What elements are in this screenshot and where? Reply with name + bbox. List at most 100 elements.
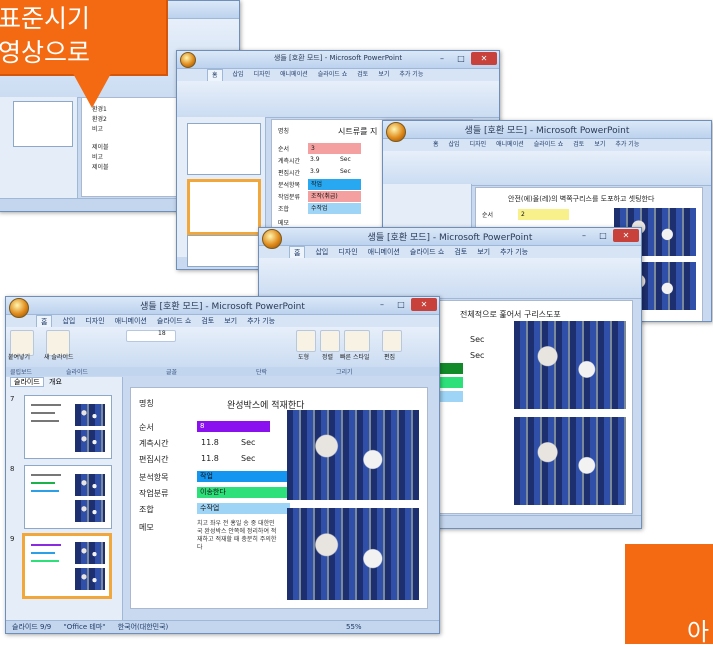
tab-slideshow[interactable]: 슬라이드 쇼 xyxy=(410,246,444,258)
minimize-button[interactable]: – xyxy=(373,298,391,311)
maximize-button[interactable]: □ xyxy=(452,52,470,65)
tab-home[interactable]: 홈 xyxy=(289,246,306,258)
tab-animation[interactable]: 애니메이션 xyxy=(115,315,147,327)
slide-thumbnail-selected[interactable] xyxy=(187,179,261,235)
shapes-button[interactable] xyxy=(296,330,316,352)
tab-insert[interactable]: 삽입 xyxy=(315,246,328,258)
panel-tabs: 슬라이드 개요 xyxy=(6,377,122,388)
slide-panel xyxy=(177,117,266,267)
new-slide-label: 새 슬라이드 xyxy=(44,354,74,361)
panel-tab-slides[interactable]: 슬라이드 xyxy=(10,377,44,387)
slide-thumbnail[interactable] xyxy=(13,101,73,147)
quick-styles-button[interactable] xyxy=(344,330,370,352)
panel-tab-outline[interactable]: 개요 xyxy=(46,378,65,386)
field-label: 계측시간 xyxy=(139,439,169,448)
field-unit: Sec xyxy=(470,351,485,360)
group-slides: 슬라이드 xyxy=(66,369,89,376)
close-button[interactable]: ✕ xyxy=(613,229,639,242)
field-value-category: 이송한다 xyxy=(197,487,290,498)
tab-slideshow[interactable]: 슬라이드 쇼 xyxy=(157,315,191,327)
field-label: 분석항목 xyxy=(278,182,301,189)
tab-insert[interactable]: 삽입 xyxy=(449,139,460,151)
tab-view[interactable]: 보기 xyxy=(378,69,389,81)
slide-canvas: 전체적으로 훑어서 구리스도포 Sec Sec xyxy=(409,300,633,514)
tab-animation[interactable]: 애니메이션 xyxy=(368,246,400,258)
tab-review[interactable]: 검토 xyxy=(357,69,368,81)
tab-review[interactable]: 검토 xyxy=(573,139,584,151)
field-unit: Sec xyxy=(340,168,351,175)
maximize-button[interactable]: □ xyxy=(594,229,612,242)
orange-box-text: 아 xyxy=(687,618,710,646)
tab-insert[interactable]: 삽입 xyxy=(233,69,244,81)
tab-slideshow[interactable]: 슬라이드 쇼 xyxy=(318,69,348,81)
field-value-analysis: 작업 xyxy=(197,471,290,482)
shapes-label: 도형 xyxy=(298,354,310,361)
tab-animation[interactable]: 애니메이션 xyxy=(280,69,308,81)
close-button[interactable]: ✕ xyxy=(471,52,497,65)
slide-title: 안전(에)올(레)의 벽쪽구리스를 도포하고 셋팅한다 xyxy=(508,195,655,203)
edit-button[interactable] xyxy=(382,330,402,352)
font-size-select[interactable] xyxy=(126,330,176,342)
window-controls: – □ ✕ xyxy=(433,52,497,65)
field-value-category: 조작(취급) xyxy=(308,191,361,202)
close-button[interactable]: ✕ xyxy=(411,298,437,311)
field-label: 순서 xyxy=(139,423,154,432)
tab-addins[interactable]: 추가 기능 xyxy=(615,139,639,151)
minimize-button[interactable]: – xyxy=(575,229,593,242)
tab-review[interactable]: 검토 xyxy=(201,315,214,327)
field-label: 메모 xyxy=(139,523,154,532)
slide-thumbnail[interactable] xyxy=(24,465,112,529)
ribbon xyxy=(383,151,711,186)
minimize-button[interactable]: – xyxy=(433,52,451,65)
thumbnail-number: 7 xyxy=(10,395,15,403)
ribbon xyxy=(259,258,641,299)
outline-item: 비고 xyxy=(92,154,104,161)
arrange-button[interactable] xyxy=(320,330,340,352)
tab-home[interactable]: 홈 xyxy=(36,315,53,327)
group-clipboard: 클립보드 xyxy=(10,369,33,376)
maximize-button[interactable]: □ xyxy=(392,298,410,311)
thumbnail-photo xyxy=(75,430,105,452)
ribbon: 붙여넣기 새 슬라이드 18 도형 정렬 빠른 스타일 편집 xyxy=(6,327,439,368)
field-label: 작업분류 xyxy=(278,194,301,201)
edit-label: 편집 xyxy=(384,354,396,361)
field-value-order: 3 xyxy=(308,143,361,154)
field-unit: Sec xyxy=(241,438,256,447)
tab-addins[interactable]: 추가 기능 xyxy=(500,246,528,258)
field-label: 계측시간 xyxy=(278,158,301,165)
field-value-analysis: 작업 xyxy=(308,179,361,190)
tab-design[interactable]: 디자인 xyxy=(338,246,357,258)
slide-thumbnail-selected[interactable] xyxy=(22,533,112,599)
thumbnail-photo xyxy=(75,500,105,522)
thumbnail-number: 8 xyxy=(10,465,15,473)
field-value-order: 2 xyxy=(518,209,569,220)
status-slide: 슬라이드 9/9 xyxy=(12,623,52,631)
tab-design[interactable]: 디자인 xyxy=(254,69,271,81)
tab-view[interactable]: 보기 xyxy=(224,315,237,327)
tab-animation[interactable]: 애니메이션 xyxy=(496,139,524,151)
slide-thumbnail[interactable] xyxy=(187,123,261,175)
tab-home[interactable]: 홈 xyxy=(433,139,439,151)
tab-design[interactable]: 디자인 xyxy=(470,139,487,151)
tab-review[interactable]: 검토 xyxy=(454,246,467,258)
work-photo xyxy=(287,508,419,600)
slide-thumbnail[interactable] xyxy=(24,395,112,459)
tab-insert[interactable]: 삽입 xyxy=(62,315,75,327)
group-font: 글꼴 xyxy=(166,369,178,376)
tab-home[interactable]: 홈 xyxy=(207,69,223,81)
slide-thumbnail[interactable] xyxy=(187,235,261,267)
tab-design[interactable]: 디자인 xyxy=(85,315,104,327)
zoom-level[interactable]: 55% xyxy=(346,621,362,633)
tab-slideshow[interactable]: 슬라이드 쇼 xyxy=(534,139,564,151)
thumbnail-number: 9 xyxy=(10,535,15,543)
tab-view[interactable]: 보기 xyxy=(477,246,490,258)
outline-item: 비고 xyxy=(92,126,104,133)
tab-view[interactable]: 보기 xyxy=(594,139,605,151)
slide-title: 전체적으로 훑어서 구리스도포 xyxy=(460,310,561,319)
tab-addins[interactable]: 추가 기능 xyxy=(399,69,423,81)
tab-addins[interactable]: 추가 기능 xyxy=(247,315,275,327)
titlebar: 생들 [호환 모드] - Microsoft PowerPoint xyxy=(383,121,711,142)
field-label: 메모 xyxy=(278,220,290,227)
slide-title: 시트류를 지 xyxy=(338,127,378,136)
group-drawing: 그리기 xyxy=(336,369,353,376)
